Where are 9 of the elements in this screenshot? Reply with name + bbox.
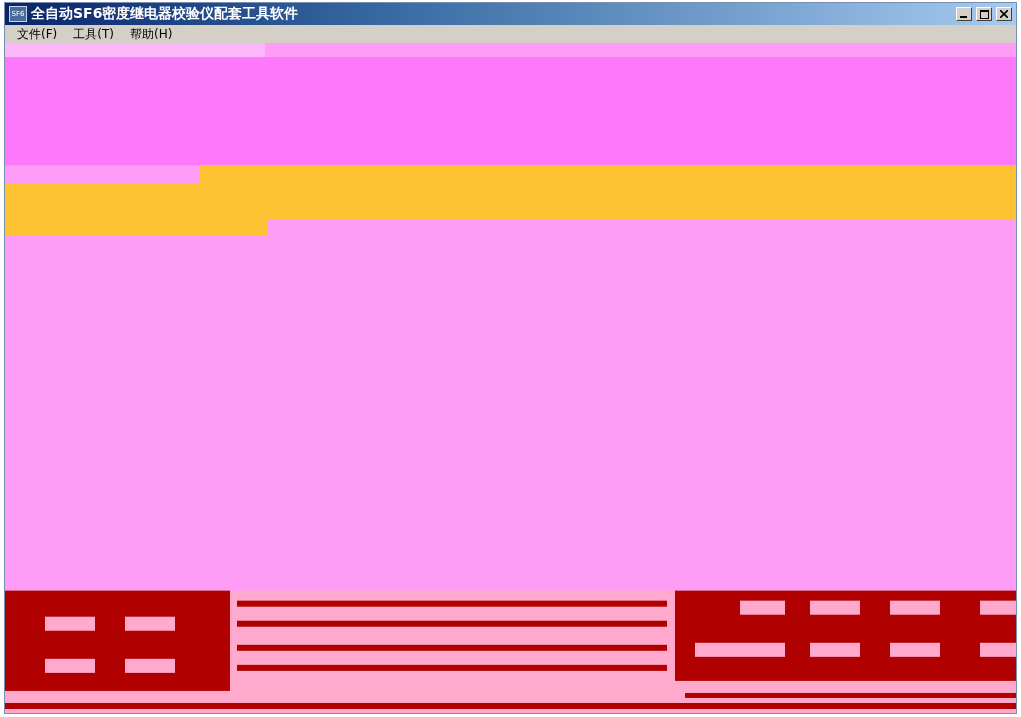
- close-button[interactable]: [996, 7, 1012, 21]
- minimize-button[interactable]: [956, 7, 972, 21]
- menu-item[interactable]: 文件(F): [9, 25, 66, 43]
- menu-item[interactable]: 帮助(H): [121, 25, 181, 43]
- close-icon: [1000, 10, 1008, 18]
- maximize-icon: [979, 9, 989, 19]
- window-title: 全自动SF6密度继电器校验仪配套工具软件: [31, 5, 300, 23]
- maximize-button[interactable]: [976, 7, 992, 21]
- menu-item[interactable]: 工具(T): [65, 25, 122, 43]
